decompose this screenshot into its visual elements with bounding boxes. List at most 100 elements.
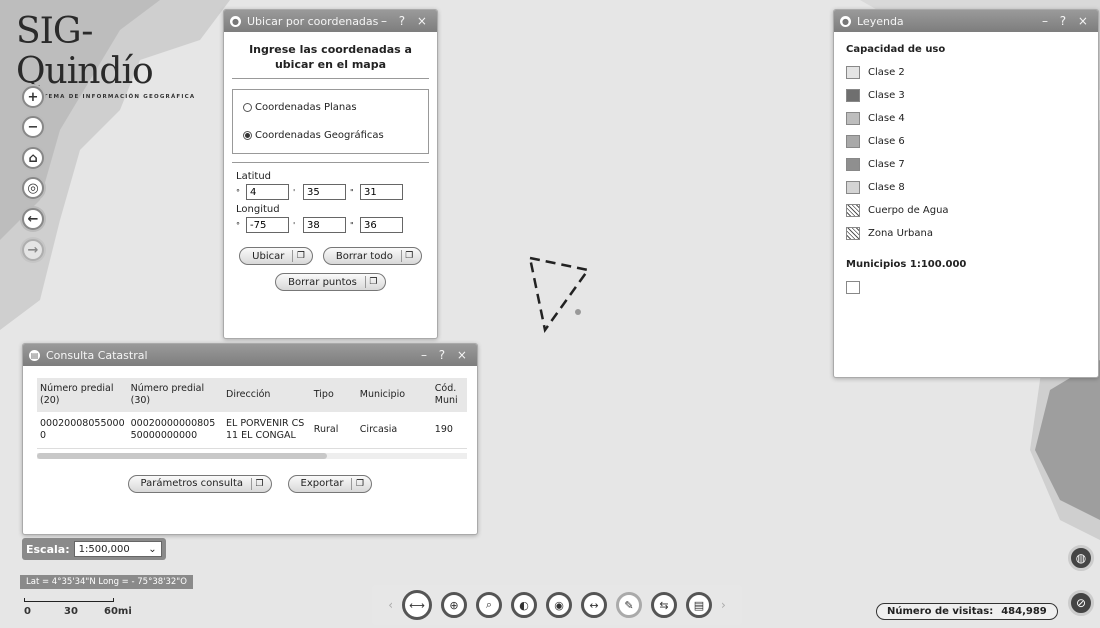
legend-item-label: Zona Urbana bbox=[868, 228, 933, 239]
radio-coordenadas-planas[interactable]: Coordenadas Planas bbox=[243, 102, 418, 113]
column-header[interactable]: Número predial (20) bbox=[37, 378, 128, 412]
window-icon: ❐ bbox=[351, 477, 367, 490]
arrow-left-icon: ← bbox=[27, 211, 39, 227]
chevron-left-icon[interactable]: ‹ bbox=[388, 598, 393, 612]
table-cell: 00020008055000 0 bbox=[37, 412, 128, 449]
column-header[interactable]: Municipio bbox=[356, 378, 432, 412]
legend-item: Clase 6 bbox=[846, 130, 1086, 153]
draw-tool[interactable]: ✎ bbox=[616, 592, 642, 618]
column-header[interactable]: Dirección bbox=[223, 378, 311, 412]
zoom-out-button[interactable]: − bbox=[22, 116, 44, 138]
legend-swatch bbox=[846, 112, 860, 125]
visit-counter: Número de visitas: 484,989 bbox=[876, 603, 1058, 620]
coordinate-type-group: Coordenadas Planas Coordenadas Geográfic… bbox=[232, 89, 429, 154]
target-icon: ◎ bbox=[27, 180, 39, 196]
scale-bar-label: 60mi bbox=[104, 606, 132, 617]
zoom-box-tool[interactable]: ⊕ bbox=[441, 592, 467, 618]
pan-tool[interactable]: ↔ bbox=[581, 592, 607, 618]
plus-icon: + bbox=[27, 89, 39, 105]
column-header[interactable]: Tipo bbox=[310, 378, 357, 412]
zoom-in-button[interactable]: + bbox=[22, 86, 44, 108]
panel-window-controls[interactable]: – ? × bbox=[381, 14, 431, 28]
scale-bar-line bbox=[24, 598, 114, 602]
visit-counter-label: Número de visitas: bbox=[887, 606, 994, 617]
overview-map-button[interactable]: ◍ bbox=[1068, 545, 1094, 571]
cadastral-table: Número predial (20) Número predial (30) … bbox=[37, 378, 467, 449]
ubicar-button[interactable]: Ubicar ❐ bbox=[239, 247, 314, 265]
legend-item: Clase 3 bbox=[846, 84, 1086, 107]
scale-select[interactable]: 1:500,000 ⌄ bbox=[73, 541, 162, 557]
globe-icon: ● bbox=[230, 15, 241, 27]
borrar-todo-button[interactable]: Borrar todo ❐ bbox=[322, 247, 422, 265]
column-header[interactable]: Cód. Muni bbox=[431, 378, 467, 412]
legend-item-label: Clase 7 bbox=[868, 159, 905, 170]
borrar-puntos-button[interactable]: Borrar puntos ❐ bbox=[275, 273, 386, 291]
legend-item: Clase 7 bbox=[846, 153, 1086, 176]
municipio-swatch bbox=[846, 281, 860, 294]
window-icon: ❐ bbox=[364, 276, 381, 288]
ubicar-label: Ubicar bbox=[252, 250, 285, 262]
legend-item: Clase 8 bbox=[846, 176, 1086, 199]
longitude-label: Longitud bbox=[236, 204, 280, 215]
legend-section-title: Municipios 1:100.000 bbox=[846, 259, 967, 270]
hide-panels-button[interactable]: ⊘ bbox=[1068, 590, 1094, 616]
radio-label-geograficas: Coordenadas Geográficas bbox=[255, 130, 384, 141]
legend-item: Clase 4 bbox=[846, 107, 1086, 130]
radio-unchecked-icon bbox=[243, 103, 252, 112]
table-horizontal-scrollbar[interactable] bbox=[37, 452, 467, 459]
layers-tool[interactable]: ◐ bbox=[511, 592, 537, 618]
legend-item-label: Clase 6 bbox=[868, 136, 905, 147]
exportar-label: Exportar bbox=[300, 478, 344, 489]
coordinates-panel-header[interactable]: ● Ubicar por coordenadas – ? × bbox=[224, 10, 437, 32]
logo-brand: SIG-Quindío bbox=[16, 11, 154, 92]
cadastral-panel-header[interactable]: ▤ Consulta Catastral – ? × bbox=[23, 344, 477, 366]
longitude-minutes-input[interactable] bbox=[303, 217, 346, 233]
back-button[interactable]: ← bbox=[22, 208, 44, 230]
scale-label: Escala: bbox=[26, 542, 70, 556]
visit-counter-value: 484,989 bbox=[1001, 606, 1047, 617]
exportar-button[interactable]: Exportar ❐ bbox=[287, 474, 373, 493]
table-cell: Rural bbox=[310, 412, 357, 449]
radio-coordenadas-geograficas[interactable]: Coordenadas Geográficas bbox=[243, 130, 418, 141]
panel-window-controls[interactable]: – ? × bbox=[1042, 14, 1092, 28]
scale-bar-label: 0 bbox=[24, 606, 31, 617]
table-cell: EL PORVENIR CS 11 EL CONGAL bbox=[223, 412, 311, 449]
radio-checked-icon bbox=[243, 131, 252, 140]
measure-tool[interactable]: ⟷ bbox=[402, 590, 432, 620]
search-icon: ⌕ bbox=[485, 598, 493, 611]
chevron-down-icon: ⌄ bbox=[148, 543, 157, 555]
longitude-degrees-input[interactable] bbox=[246, 217, 289, 233]
longitude-seconds-input[interactable] bbox=[360, 217, 403, 233]
parametros-consulta-button[interactable]: Parámetros consulta ❐ bbox=[127, 474, 272, 493]
chevron-right-icon[interactable]: › bbox=[721, 598, 726, 612]
home-button[interactable]: ⌂ bbox=[22, 147, 44, 169]
identify-tool[interactable]: ◉ bbox=[546, 592, 572, 618]
scrollbar-thumb[interactable] bbox=[37, 452, 327, 459]
ruler-icon: ⟷ bbox=[409, 598, 425, 612]
latitude-degrees-input[interactable] bbox=[246, 184, 289, 200]
latitude-seconds-input[interactable] bbox=[360, 184, 403, 200]
legend-swatch bbox=[846, 227, 860, 240]
coordinates-panel: ● Ubicar por coordenadas – ? × Ingrese l… bbox=[223, 9, 438, 339]
legend-items: Clase 2 Clase 3 Clase 4 Clase 6 Clase 7 Clase… bbox=[846, 61, 1086, 245]
legend-item-label: Clase 4 bbox=[868, 113, 905, 124]
locate-button[interactable]: ◎ bbox=[22, 177, 44, 199]
latitude-label: Latitud bbox=[236, 171, 272, 182]
table-cell: 190 bbox=[431, 412, 467, 449]
swipe-tool[interactable]: ⇆ bbox=[651, 592, 677, 618]
print-tool[interactable]: ▤ bbox=[686, 592, 712, 618]
table-cell: Circasia bbox=[356, 412, 432, 449]
forward-button[interactable]: → bbox=[22, 239, 44, 261]
table-row[interactable]: 00020008055000 0 00020000000805 50000000… bbox=[37, 412, 467, 449]
table-cell: 00020000000805 50000000000 bbox=[127, 412, 224, 449]
legend-swatch bbox=[846, 181, 860, 194]
logo: SIG-Quindío SISTEMA DE INFORMACIÓN GEOGR… bbox=[8, 12, 220, 101]
column-header[interactable]: Número predial (30) bbox=[127, 378, 224, 412]
latitude-minutes-input[interactable] bbox=[303, 184, 346, 200]
legend-item: Clase 2 bbox=[846, 61, 1086, 84]
arrow-right-icon: → bbox=[27, 242, 39, 258]
search-tool[interactable]: ⌕ bbox=[476, 592, 502, 618]
scale-control: Escala: 1:500,000 ⌄ bbox=[22, 538, 166, 560]
legend-panel-header[interactable]: ● Leyenda – ? × bbox=[834, 10, 1098, 32]
panel-window-controls[interactable]: – ? × bbox=[421, 348, 471, 362]
